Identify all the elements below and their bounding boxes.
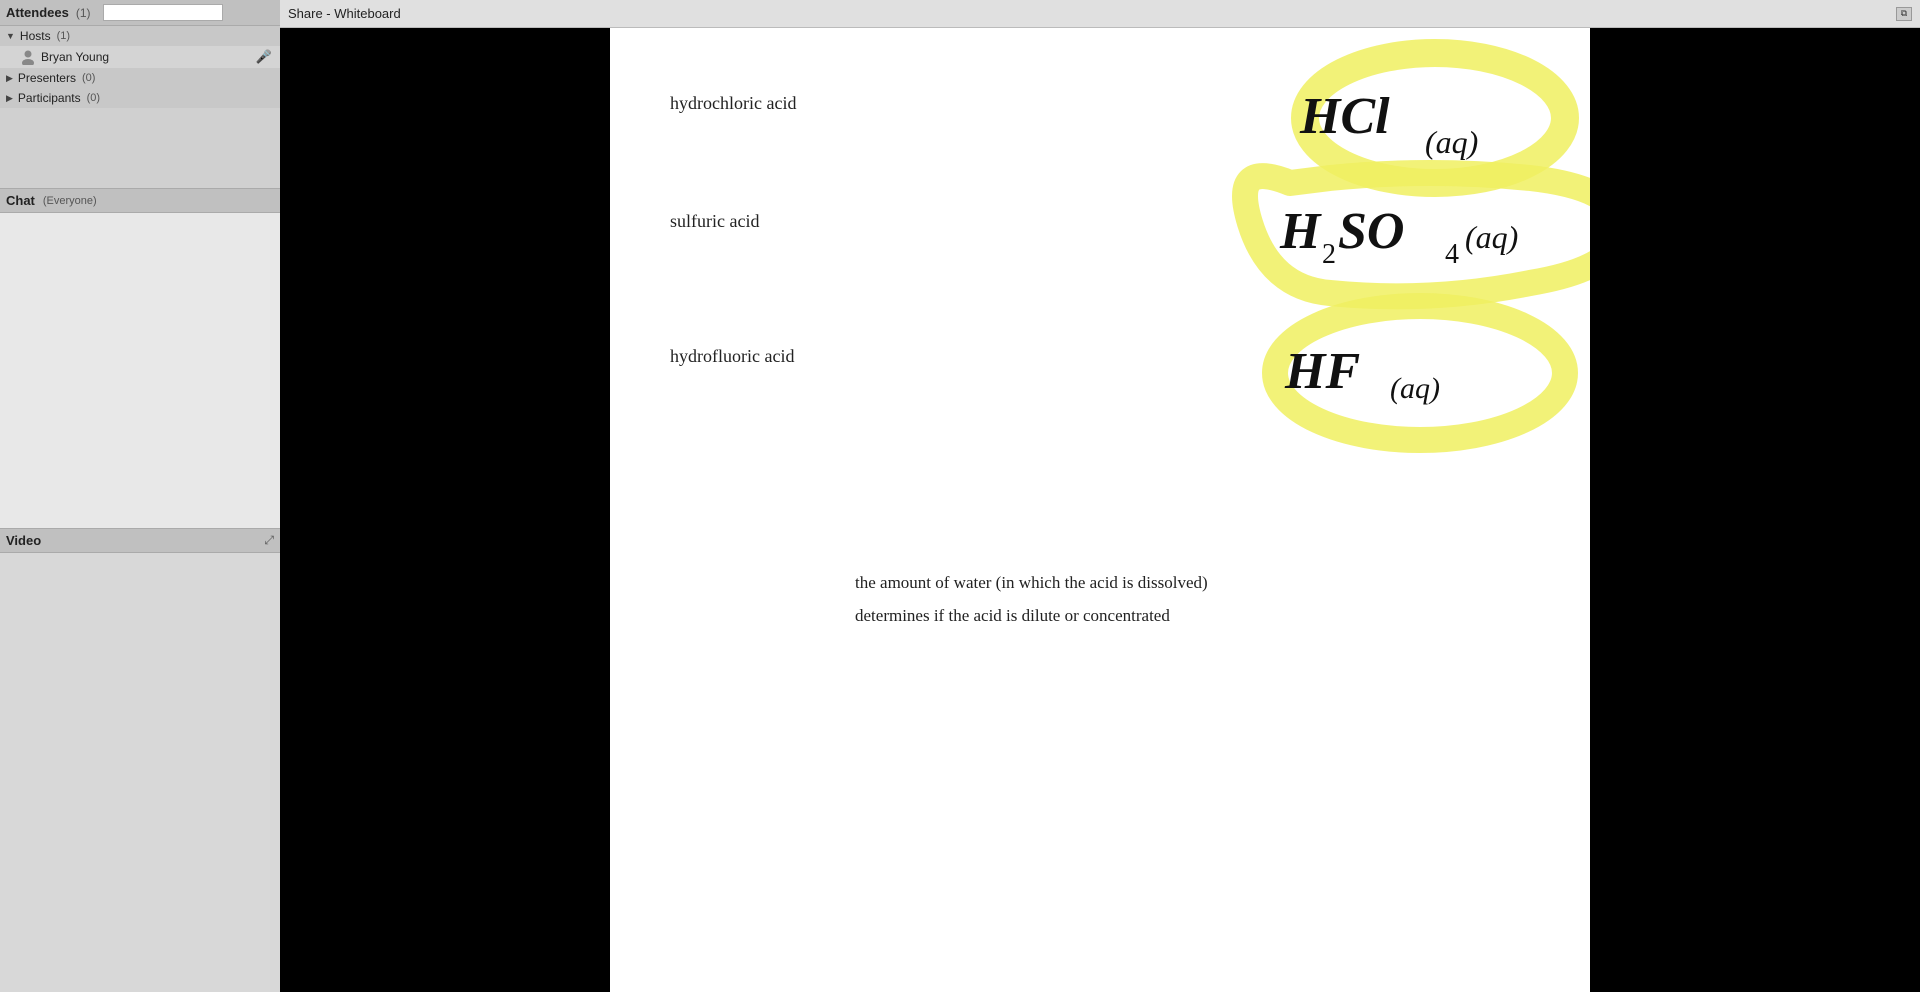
hosts-label: Hosts	[20, 29, 51, 43]
svg-text:SO: SO	[1338, 203, 1404, 260]
presenters-count: (0)	[82, 72, 95, 84]
whiteboard-outer: hydrochloric acid HCl (aq) sulfuric acid…	[280, 28, 1920, 992]
hcl-label: hydrochloric acid	[670, 93, 796, 114]
hcl-row: hydrochloric acid	[670, 93, 796, 114]
attendees-section: Attendees (1) ▼ Hosts (1) Bryan Young 🎤	[0, 0, 280, 189]
participants-arrow-icon: ▶	[6, 93, 13, 104]
chat-header: Chat (Everyone)	[0, 189, 280, 213]
hcl-formula-svg: HCl (aq)	[1290, 58, 1590, 992]
hf-formula-svg: HF (aq)	[1275, 318, 1590, 992]
presenters-section-header[interactable]: ▶ Presenters (0)	[0, 68, 280, 88]
svg-text:2: 2	[1322, 239, 1336, 270]
chat-section: Chat (Everyone)	[0, 189, 280, 529]
chat-title: Chat	[6, 193, 35, 208]
left-panel: Attendees (1) ▼ Hosts (1) Bryan Young 🎤	[0, 0, 280, 992]
svg-text:H: H	[1279, 203, 1322, 260]
window-controls: ⧉	[1896, 7, 1912, 21]
h2so4-row: sulfuric acid	[670, 211, 759, 232]
bottom-text-2: determines if the acid is dilute or conc…	[855, 606, 1170, 626]
svg-text:(aq): (aq)	[1425, 124, 1478, 160]
share-title: Share - Whiteboard	[288, 6, 401, 21]
presenters-label: Presenters	[18, 71, 76, 85]
person-icon	[20, 49, 36, 65]
attendees-title: Attendees	[6, 5, 69, 20]
video-body	[0, 553, 280, 992]
attendees-count: (1)	[76, 6, 91, 20]
presenters-arrow-icon: ▶	[6, 73, 13, 84]
hosts-count: (1)	[57, 30, 70, 42]
mic-icon: 🎤	[256, 49, 272, 65]
attendee-item: Bryan Young 🎤	[0, 46, 280, 68]
attendees-header: Attendees (1)	[0, 0, 280, 26]
attendee-name: Bryan Young	[41, 50, 251, 64]
svg-text:HCl: HCl	[1299, 88, 1390, 145]
chat-body	[0, 213, 280, 528]
h2so4-label: sulfuric acid	[670, 211, 759, 232]
svg-text:HF: HF	[1284, 343, 1360, 400]
hf-row: hydrofluoric acid	[670, 346, 794, 367]
svg-text:(aq): (aq)	[1390, 372, 1440, 405]
participants-count: (0)	[87, 92, 100, 104]
expand-icon[interactable]: ⤢	[264, 533, 274, 548]
bottom-text-1: the amount of water (in which the acid i…	[855, 573, 1208, 593]
search-input[interactable]	[103, 4, 223, 21]
restore-button[interactable]: ⧉	[1896, 7, 1912, 21]
video-section: Video ⤢	[0, 529, 280, 992]
h2so4-formula-svg: H 2 SO 4 (aq)	[1270, 173, 1590, 992]
attendees-empty-space	[0, 108, 280, 188]
hf-label: hydrofluoric acid	[670, 346, 794, 367]
whiteboard: hydrochloric acid HCl (aq) sulfuric acid…	[610, 28, 1590, 992]
video-title: Video	[6, 533, 41, 548]
hosts-arrow-icon: ▼	[6, 31, 15, 41]
svg-text:4: 4	[1445, 239, 1459, 270]
title-bar: Share - Whiteboard ⧉	[280, 0, 1920, 28]
participants-section-header[interactable]: ▶ Participants (0)	[0, 88, 280, 108]
video-header: Video ⤢	[0, 529, 280, 553]
hosts-section-header[interactable]: ▼ Hosts (1)	[0, 26, 280, 46]
chat-audience: (Everyone)	[43, 195, 97, 207]
participants-label: Participants	[18, 91, 81, 105]
svg-text:(aq): (aq)	[1465, 219, 1518, 255]
main-area: Share - Whiteboard ⧉ hydrochloric acid H…	[280, 0, 1920, 992]
